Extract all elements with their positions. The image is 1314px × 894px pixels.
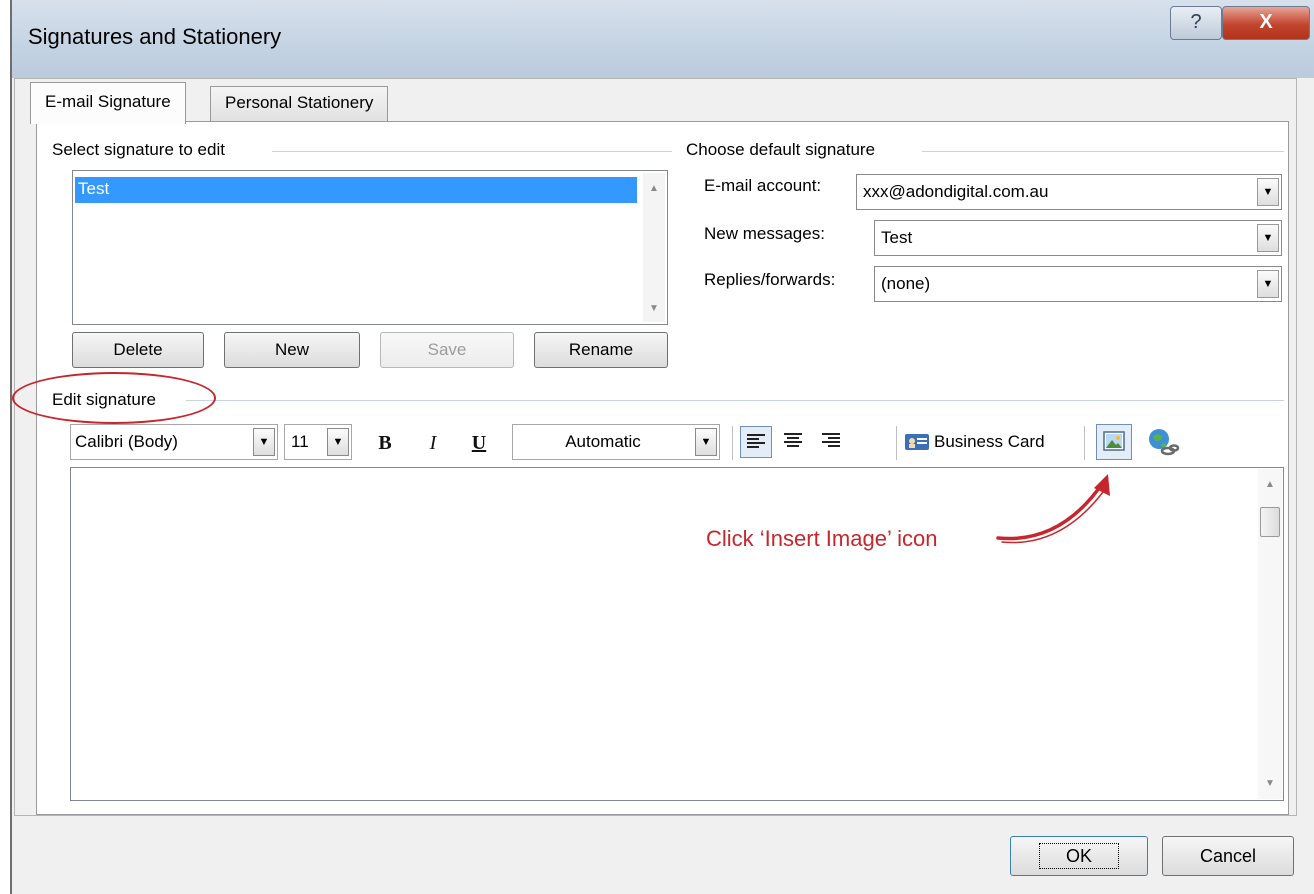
new-button[interactable]: New [224,332,360,368]
underline-button[interactable]: U [464,428,494,458]
align-left-icon [747,434,765,448]
chevron-down-icon[interactable]: ▼ [695,428,717,456]
default-signature-label: Choose default signature [686,140,876,159]
insert-hyperlink-button[interactable] [1144,424,1180,460]
insert-image-button[interactable] [1096,424,1132,460]
chevron-down-icon[interactable]: ▼ [1257,224,1279,252]
tab-email-signature[interactable]: E-mail Signature [30,82,186,124]
select-signature-label: Select signature to edit [52,140,225,159]
font-value: Calibri (Body) [75,432,178,451]
divider [922,151,1284,152]
title-bar: Signatures and Stationery ? X [12,0,1314,78]
new-messages-select[interactable]: Test ▼ [874,220,1282,256]
divider [272,151,672,152]
list-scrollbar[interactable]: ▲ ▼ [643,173,665,322]
business-card-label: Business Card [934,432,1045,451]
align-right-icon [822,433,840,447]
delete-button[interactable]: Delete [72,332,204,368]
annotation-ellipse [12,372,216,424]
bold-button[interactable]: B [370,428,400,458]
ok-button[interactable]: OK [1010,836,1148,876]
italic-button[interactable]: I [418,428,448,458]
scroll-down-icon[interactable]: ▼ [1258,778,1282,789]
signature-list[interactable]: Test ▲ ▼ [72,170,668,325]
replies-forwards-label: Replies/forwards: [704,270,836,289]
editor-scrollbar[interactable]: ▲ ▼ [1258,469,1282,799]
chevron-down-icon[interactable]: ▼ [1257,178,1279,206]
business-card-icon [905,434,929,450]
cancel-button[interactable]: Cancel [1162,836,1294,876]
business-card-button[interactable]: Business Card [904,426,1045,458]
hyperlink-globe-icon [1149,429,1180,456]
toolbar-separator [1084,426,1085,460]
font-select[interactable]: Calibri (Body) ▼ [70,424,278,460]
font-color-select[interactable]: Automatic ▼ [512,424,720,460]
insert-picture-icon [1103,431,1125,451]
align-center-icon [784,433,802,447]
scroll-thumb[interactable] [1260,507,1280,537]
email-account-label: E-mail account: [704,176,822,195]
annotation-text: Click ‘Insert Image’ icon [706,526,938,551]
align-center-button[interactable] [778,426,810,458]
save-button[interactable]: Save [380,332,514,368]
chevron-down-icon[interactable]: ▼ [327,428,349,456]
scroll-up-icon[interactable]: ▲ [1258,479,1282,490]
scroll-down-icon[interactable]: ▼ [643,303,665,314]
replies-forwards-value: (none) [881,274,931,293]
annotation-arrow-icon [996,474,1110,544]
window-title: Signatures and Stationery [28,24,282,49]
close-button[interactable]: X [1222,6,1310,40]
toolbar-separator [732,426,733,460]
replies-forwards-select[interactable]: (none) ▼ [874,266,1282,302]
help-button[interactable]: ? [1170,6,1222,40]
align-right-button[interactable] [816,426,848,458]
chevron-down-icon[interactable]: ▼ [1257,270,1279,298]
align-left-button[interactable] [740,426,772,458]
list-item[interactable]: Test [75,177,637,203]
font-color-value: Automatic [565,432,641,451]
font-size-value: 11 [291,432,309,451]
rename-button[interactable]: Rename [534,332,668,368]
toolbar-separator [896,426,897,460]
ok-label: OK [1038,843,1119,869]
tab-personal-stationery[interactable]: Personal Stationery [210,86,389,122]
scroll-up-icon[interactable]: ▲ [643,183,665,194]
new-messages-label: New messages: [704,224,825,243]
email-account-select[interactable]: xxx@adondigital.com.au ▼ [856,174,1282,210]
email-account-value: xxx@adondigital.com.au [863,182,1049,201]
chevron-down-icon[interactable]: ▼ [253,428,275,456]
divider [186,400,1284,401]
font-size-select[interactable]: 11 ▼ [284,424,352,460]
new-messages-value: Test [881,228,913,247]
